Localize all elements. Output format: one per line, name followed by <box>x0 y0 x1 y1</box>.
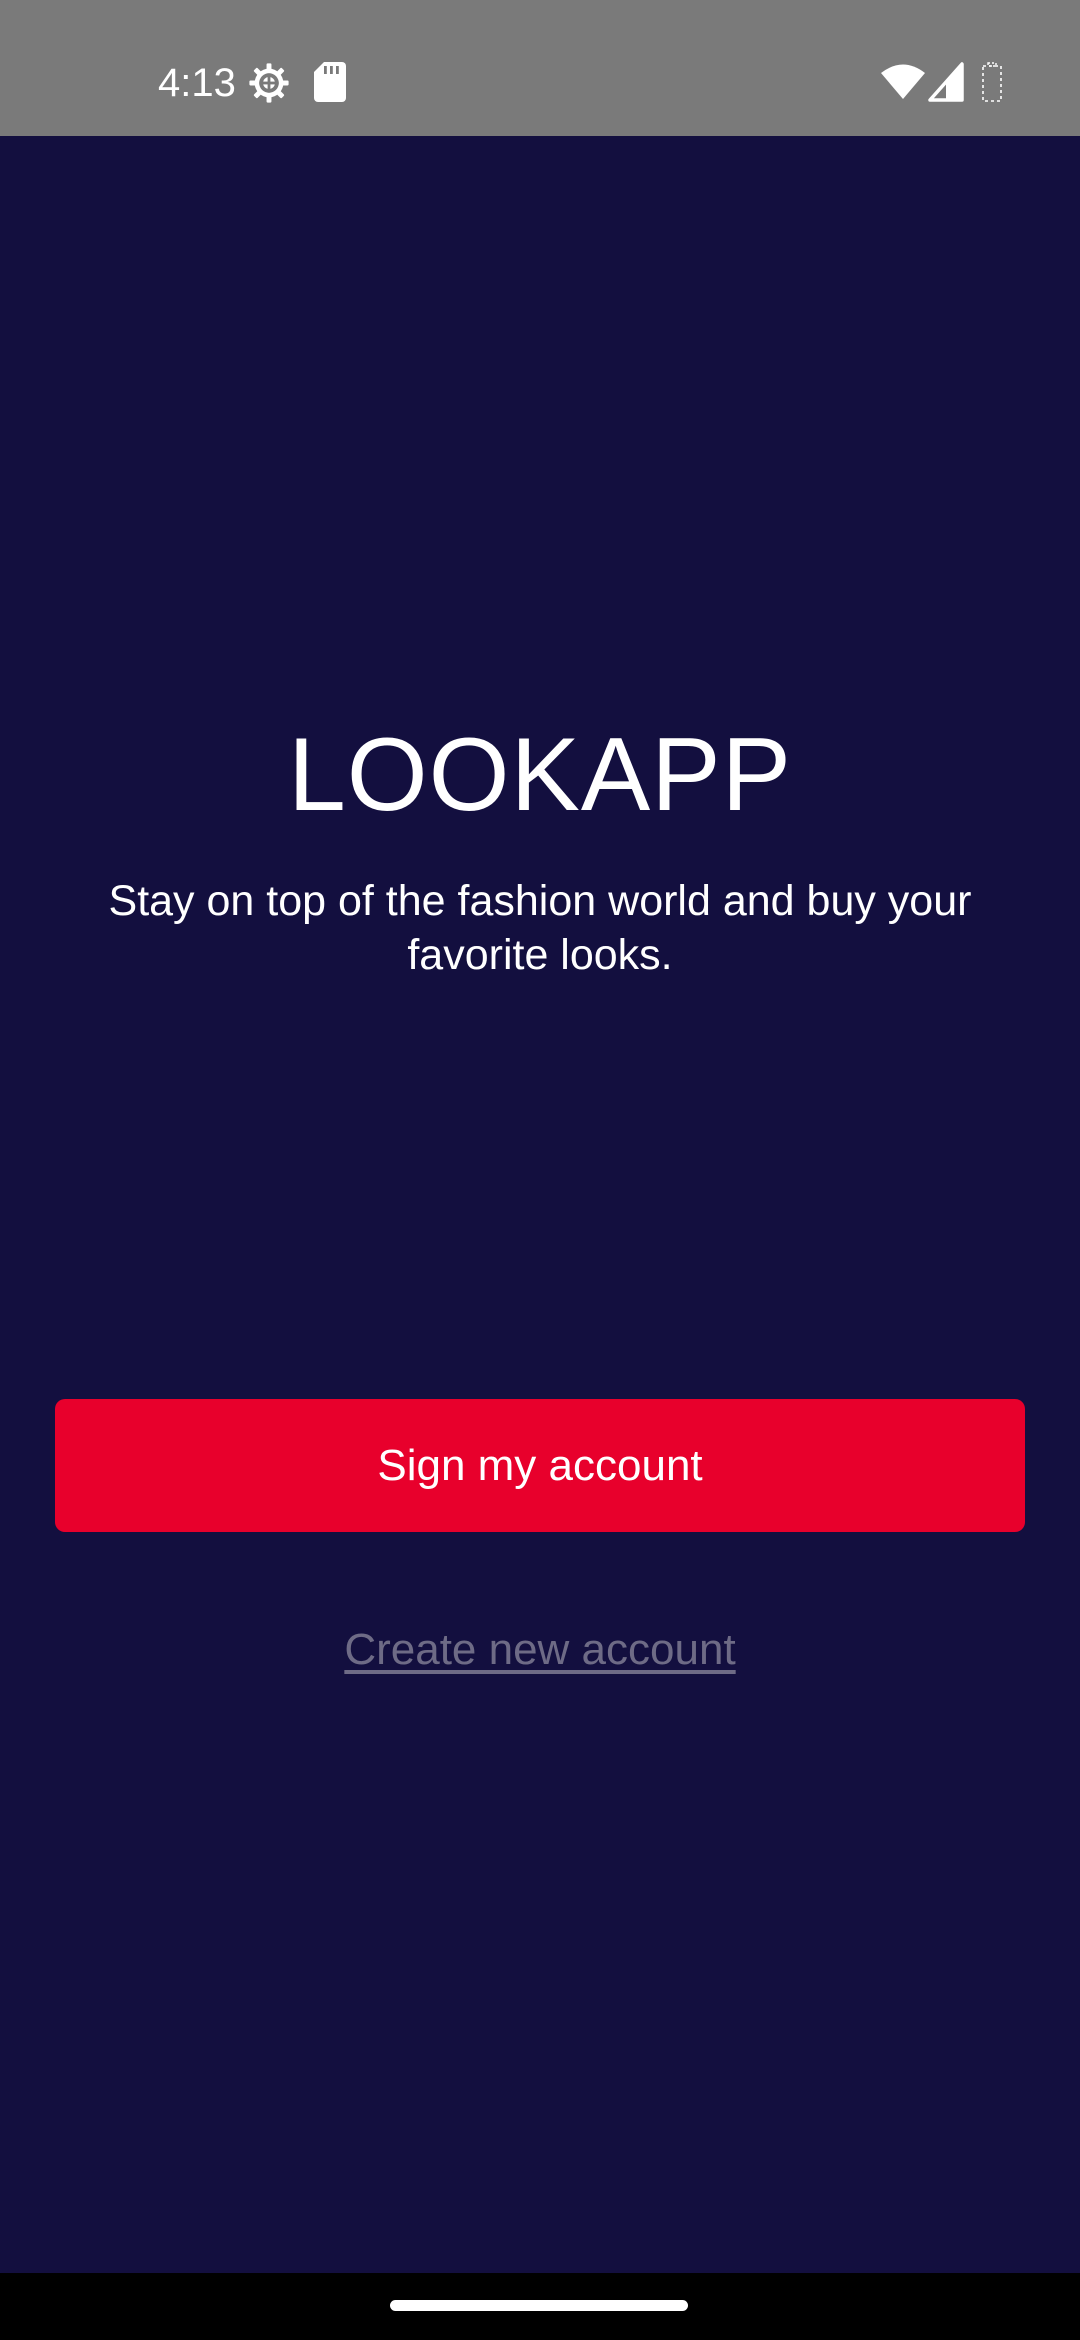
sd-card-icon <box>314 62 346 102</box>
battery-icon <box>982 62 1002 102</box>
gear-icon <box>249 63 289 103</box>
app-tagline: Stay on top of the fashion world and buy… <box>108 877 972 979</box>
status-bar: 4:13 <box>0 0 1080 136</box>
home-indicator[interactable] <box>390 2300 688 2311</box>
signal-icon <box>928 62 964 102</box>
app-title: LOOKAPP <box>287 717 793 833</box>
login-screen: 4:13 LOOKAPP Stay on top of the fashion … <box>0 0 1080 2340</box>
status-time: 4:13 <box>158 61 236 105</box>
create-account-label: Create new account <box>344 1625 736 1674</box>
wifi-icon <box>881 64 925 99</box>
create-account-link[interactable]: Create new account <box>0 1620 1080 1680</box>
sign-in-button[interactable]: Sign my account <box>55 1399 1025 1532</box>
